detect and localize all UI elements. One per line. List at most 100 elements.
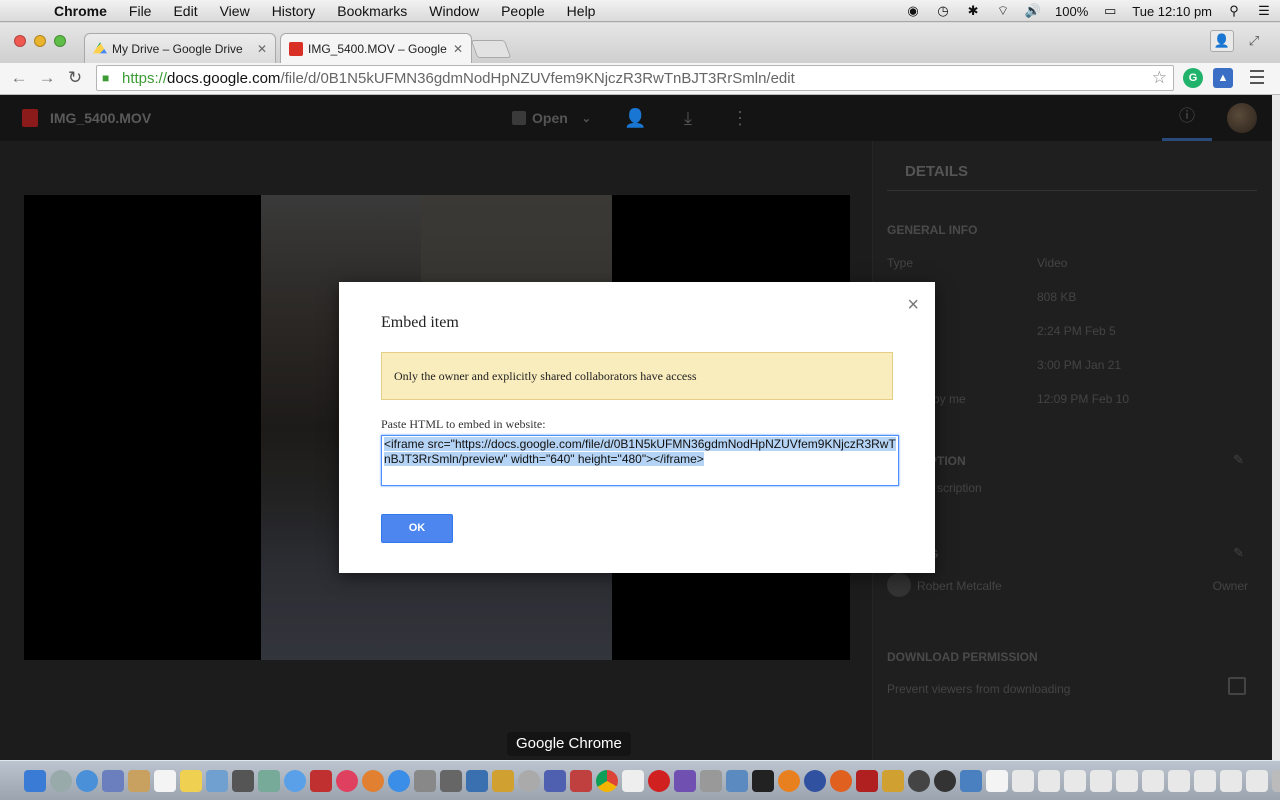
back-arrow-icon[interactable]: ← [8,67,30,89]
utility-icon[interactable] [440,769,462,792]
page-scrollbar[interactable] [1272,95,1280,760]
edit-pencil-icon[interactable]: ✎ [1233,452,1244,468]
menu-file[interactable]: File [129,3,152,19]
spotlight-search-icon[interactable]: ⚲ [1226,3,1242,19]
menu-clock[interactable]: Tue 12:10 pm [1132,4,1212,19]
app-store-icon[interactable] [388,769,410,792]
document-icon[interactable] [1012,769,1034,792]
facetime-icon[interactable] [232,769,254,792]
embed-code-textarea[interactable]: <iframe src="https://docs.google.com/fil… [381,435,899,486]
app-icon[interactable] [908,769,930,792]
app-icon[interactable] [570,769,592,792]
address-bar[interactable]: ■ https:// docs.google.com /file/d/0B1N5… [96,65,1174,91]
app-icon[interactable] [492,769,514,792]
menu-bookmarks[interactable]: Bookmarks [337,3,407,19]
document-icon[interactable] [622,769,644,792]
finder-icon[interactable] [24,769,46,792]
menu-app-name[interactable]: Chrome [54,3,107,19]
edit-pencil-icon[interactable]: ✎ [1233,545,1244,561]
menu-help[interactable]: Help [567,3,596,19]
app-icon[interactable] [882,769,904,792]
app-icon[interactable] [934,769,956,792]
fullscreen-icon[interactable]: ⤢ [1242,30,1266,52]
wifi-icon[interactable]: ⌔ [995,3,1011,19]
app-icon[interactable] [544,769,566,792]
document-icon[interactable] [1194,769,1216,792]
document-icon[interactable] [986,769,1008,792]
window-zoom-button[interactable] [54,35,66,47]
volume-icon[interactable]: 🔊 [1025,3,1041,19]
app-icon[interactable] [700,769,722,792]
launchpad-icon[interactable] [50,769,72,792]
document-icon[interactable] [1246,769,1268,792]
document-icon[interactable] [1220,769,1242,792]
add-person-icon[interactable]: 👤 [624,107,646,129]
document-icon[interactable] [1168,769,1190,792]
filezilla-icon[interactable] [856,769,878,792]
calendar-icon[interactable] [154,769,176,792]
document-icon[interactable] [1038,769,1060,792]
forward-arrow-icon[interactable]: → [36,67,58,89]
firefox-icon[interactable] [830,769,852,792]
bookmark-star-icon[interactable]: ☆ [1152,68,1167,88]
mail-icon[interactable] [102,769,124,792]
extension-icon[interactable]: ▲ [1213,68,1233,88]
ibooks-icon[interactable] [362,769,384,792]
window-minimize-button[interactable] [34,35,46,47]
ok-button[interactable]: OK [381,514,453,543]
reload-icon[interactable]: ↻ [64,67,86,89]
bluetooth-icon[interactable]: ✱ [965,3,981,19]
document-icon[interactable] [1142,769,1164,792]
chrome-icon[interactable] [596,769,618,792]
description-placeholder[interactable]: scription [937,481,982,495]
document-icon[interactable] [1064,769,1086,792]
menu-people[interactable]: People [501,3,545,19]
document-icon[interactable] [1090,769,1112,792]
detail-label: Type [887,256,914,270]
app-icon[interactable] [518,769,540,792]
download-icon[interactable]: ⤓ [677,107,699,129]
opera-icon[interactable] [648,769,670,792]
preview-icon[interactable] [206,769,228,792]
record-icon[interactable]: ◉ [905,3,921,19]
window-close-button[interactable] [14,35,26,47]
notes-icon[interactable] [180,769,202,792]
grammarly-extension-icon[interactable]: G [1183,68,1203,88]
itunes-icon[interactable] [336,769,358,792]
close-icon[interactable]: × [907,294,919,317]
photo-booth-icon[interactable] [310,769,332,792]
account-avatar[interactable] [1227,103,1257,133]
menu-view[interactable]: View [220,3,250,19]
chrome-menu-icon[interactable] [1250,70,1264,88]
contacts-icon[interactable] [128,769,150,792]
notification-center-icon[interactable]: ☰ [1256,3,1272,19]
app-icon[interactable] [778,769,800,792]
menu-window[interactable]: Window [429,3,479,19]
tab-my-drive[interactable]: My Drive – Google Drive ✕ [84,33,276,63]
tab-close-icon[interactable]: ✕ [257,42,267,56]
profile-icon[interactable]: 👤 [1210,30,1234,52]
terminal-icon[interactable] [752,769,774,792]
document-icon[interactable] [1116,769,1138,792]
battery-icon[interactable]: ▭ [1102,3,1118,19]
menu-history[interactable]: History [272,3,316,19]
app-icon[interactable] [466,769,488,792]
more-options-icon[interactable]: ⋮ [729,107,751,129]
system-preferences-icon[interactable] [414,769,436,792]
app-icon[interactable] [804,769,826,792]
menu-edit[interactable]: Edit [173,3,197,19]
prevent-download-checkbox[interactable] [1228,677,1246,695]
time-machine-icon[interactable]: ◷ [935,3,951,19]
tab-close-icon[interactable]: ✕ [453,42,463,56]
safari-icon[interactable] [76,769,98,792]
app-icon[interactable] [674,769,696,792]
app-icon[interactable] [960,769,982,792]
app-icon[interactable] [726,769,748,792]
tab-img-5400[interactable]: IMG_5400.MOV – Google D ✕ [280,33,472,63]
new-tab-button[interactable] [470,40,512,58]
details-info-icon[interactable]: ⓘ [1162,95,1212,141]
open-with-button[interactable]: Open ⌄ [512,107,591,129]
messages-icon[interactable] [284,769,306,792]
trash-icon[interactable] [1272,769,1280,792]
photos-icon[interactable] [258,769,280,792]
